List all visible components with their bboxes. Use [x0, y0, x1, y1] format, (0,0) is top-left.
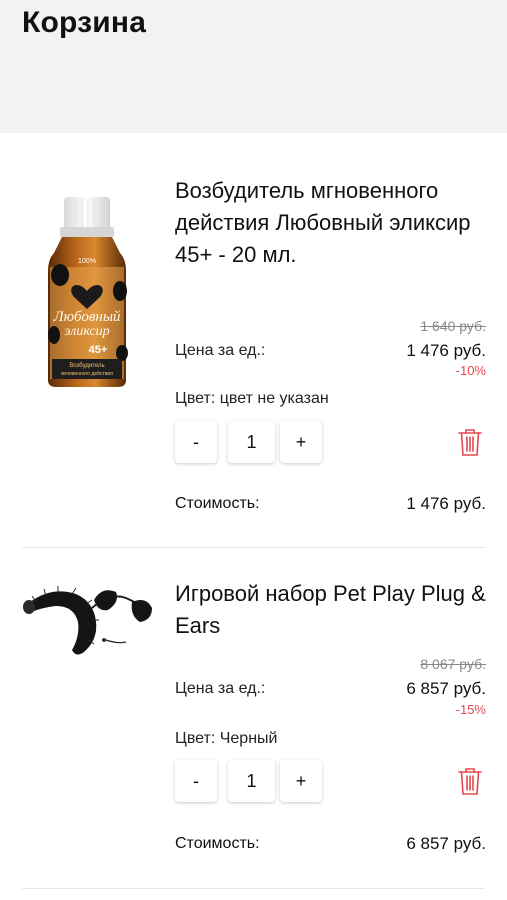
bottle-label-line-1: Возбудитель: [69, 363, 104, 369]
bottle-brand-line-2: эликсир: [64, 324, 109, 339]
increase-quantity-button[interactable]: +: [280, 760, 322, 802]
discount-badge: -15%: [455, 702, 486, 717]
trash-icon[interactable]: [457, 427, 483, 457]
trash-icon[interactable]: [457, 766, 483, 796]
product-image[interactable]: 100% Любовный эликсир 45+ Возбудитель мг…: [22, 175, 152, 395]
cart-item: 100% Любовный эликсир 45+ Возбудитель мг…: [0, 133, 507, 547]
cart-item: Игровой набор Pet Play Plug & Ears 8 067…: [0, 548, 507, 888]
increase-quantity-button[interactable]: +: [280, 421, 322, 463]
item-cost: 1 476 руб.: [406, 494, 486, 513]
item-cost-label: Стоимость:: [175, 835, 260, 852]
unit-price-label: Цена за ед.:: [175, 342, 266, 359]
product-image[interactable]: [22, 580, 154, 660]
item-cost: 6 857 руб.: [406, 834, 486, 853]
item-cost-label: Стоимость:: [175, 495, 260, 512]
product-color: Цвет: цвет не указан: [175, 390, 329, 407]
decrease-quantity-button[interactable]: -: [175, 421, 217, 463]
item-divider: [22, 888, 485, 889]
product-color: Цвет: Черный: [175, 730, 278, 747]
old-price: 8 067 руб.: [420, 656, 486, 672]
unit-price: 1 476 руб.: [406, 341, 486, 360]
discount-badge: -10%: [455, 363, 486, 378]
bottle-top-text: 100%: [78, 258, 96, 265]
unit-price-label: Цена за ед.:: [175, 680, 266, 697]
bottle-badge: 45+: [89, 344, 108, 356]
old-price: 1 640 руб.: [420, 318, 486, 334]
unit-price: 6 857 руб.: [406, 679, 486, 698]
decrease-quantity-button[interactable]: -: [175, 760, 217, 802]
quantity-field[interactable]: 1: [228, 421, 275, 463]
bottle-brand-line-1: Любовный: [53, 309, 121, 325]
product-title[interactable]: Возбудитель мгновенного действия Любовны…: [175, 175, 490, 271]
bottle-label-line-2: мгновенного действия: [61, 370, 113, 377]
product-title[interactable]: Игровой набор Pet Play Plug & Ears: [175, 578, 490, 642]
page-title: Корзина: [22, 6, 147, 39]
quantity-field[interactable]: 1: [228, 760, 275, 802]
page-header: Корзина: [0, 0, 507, 133]
